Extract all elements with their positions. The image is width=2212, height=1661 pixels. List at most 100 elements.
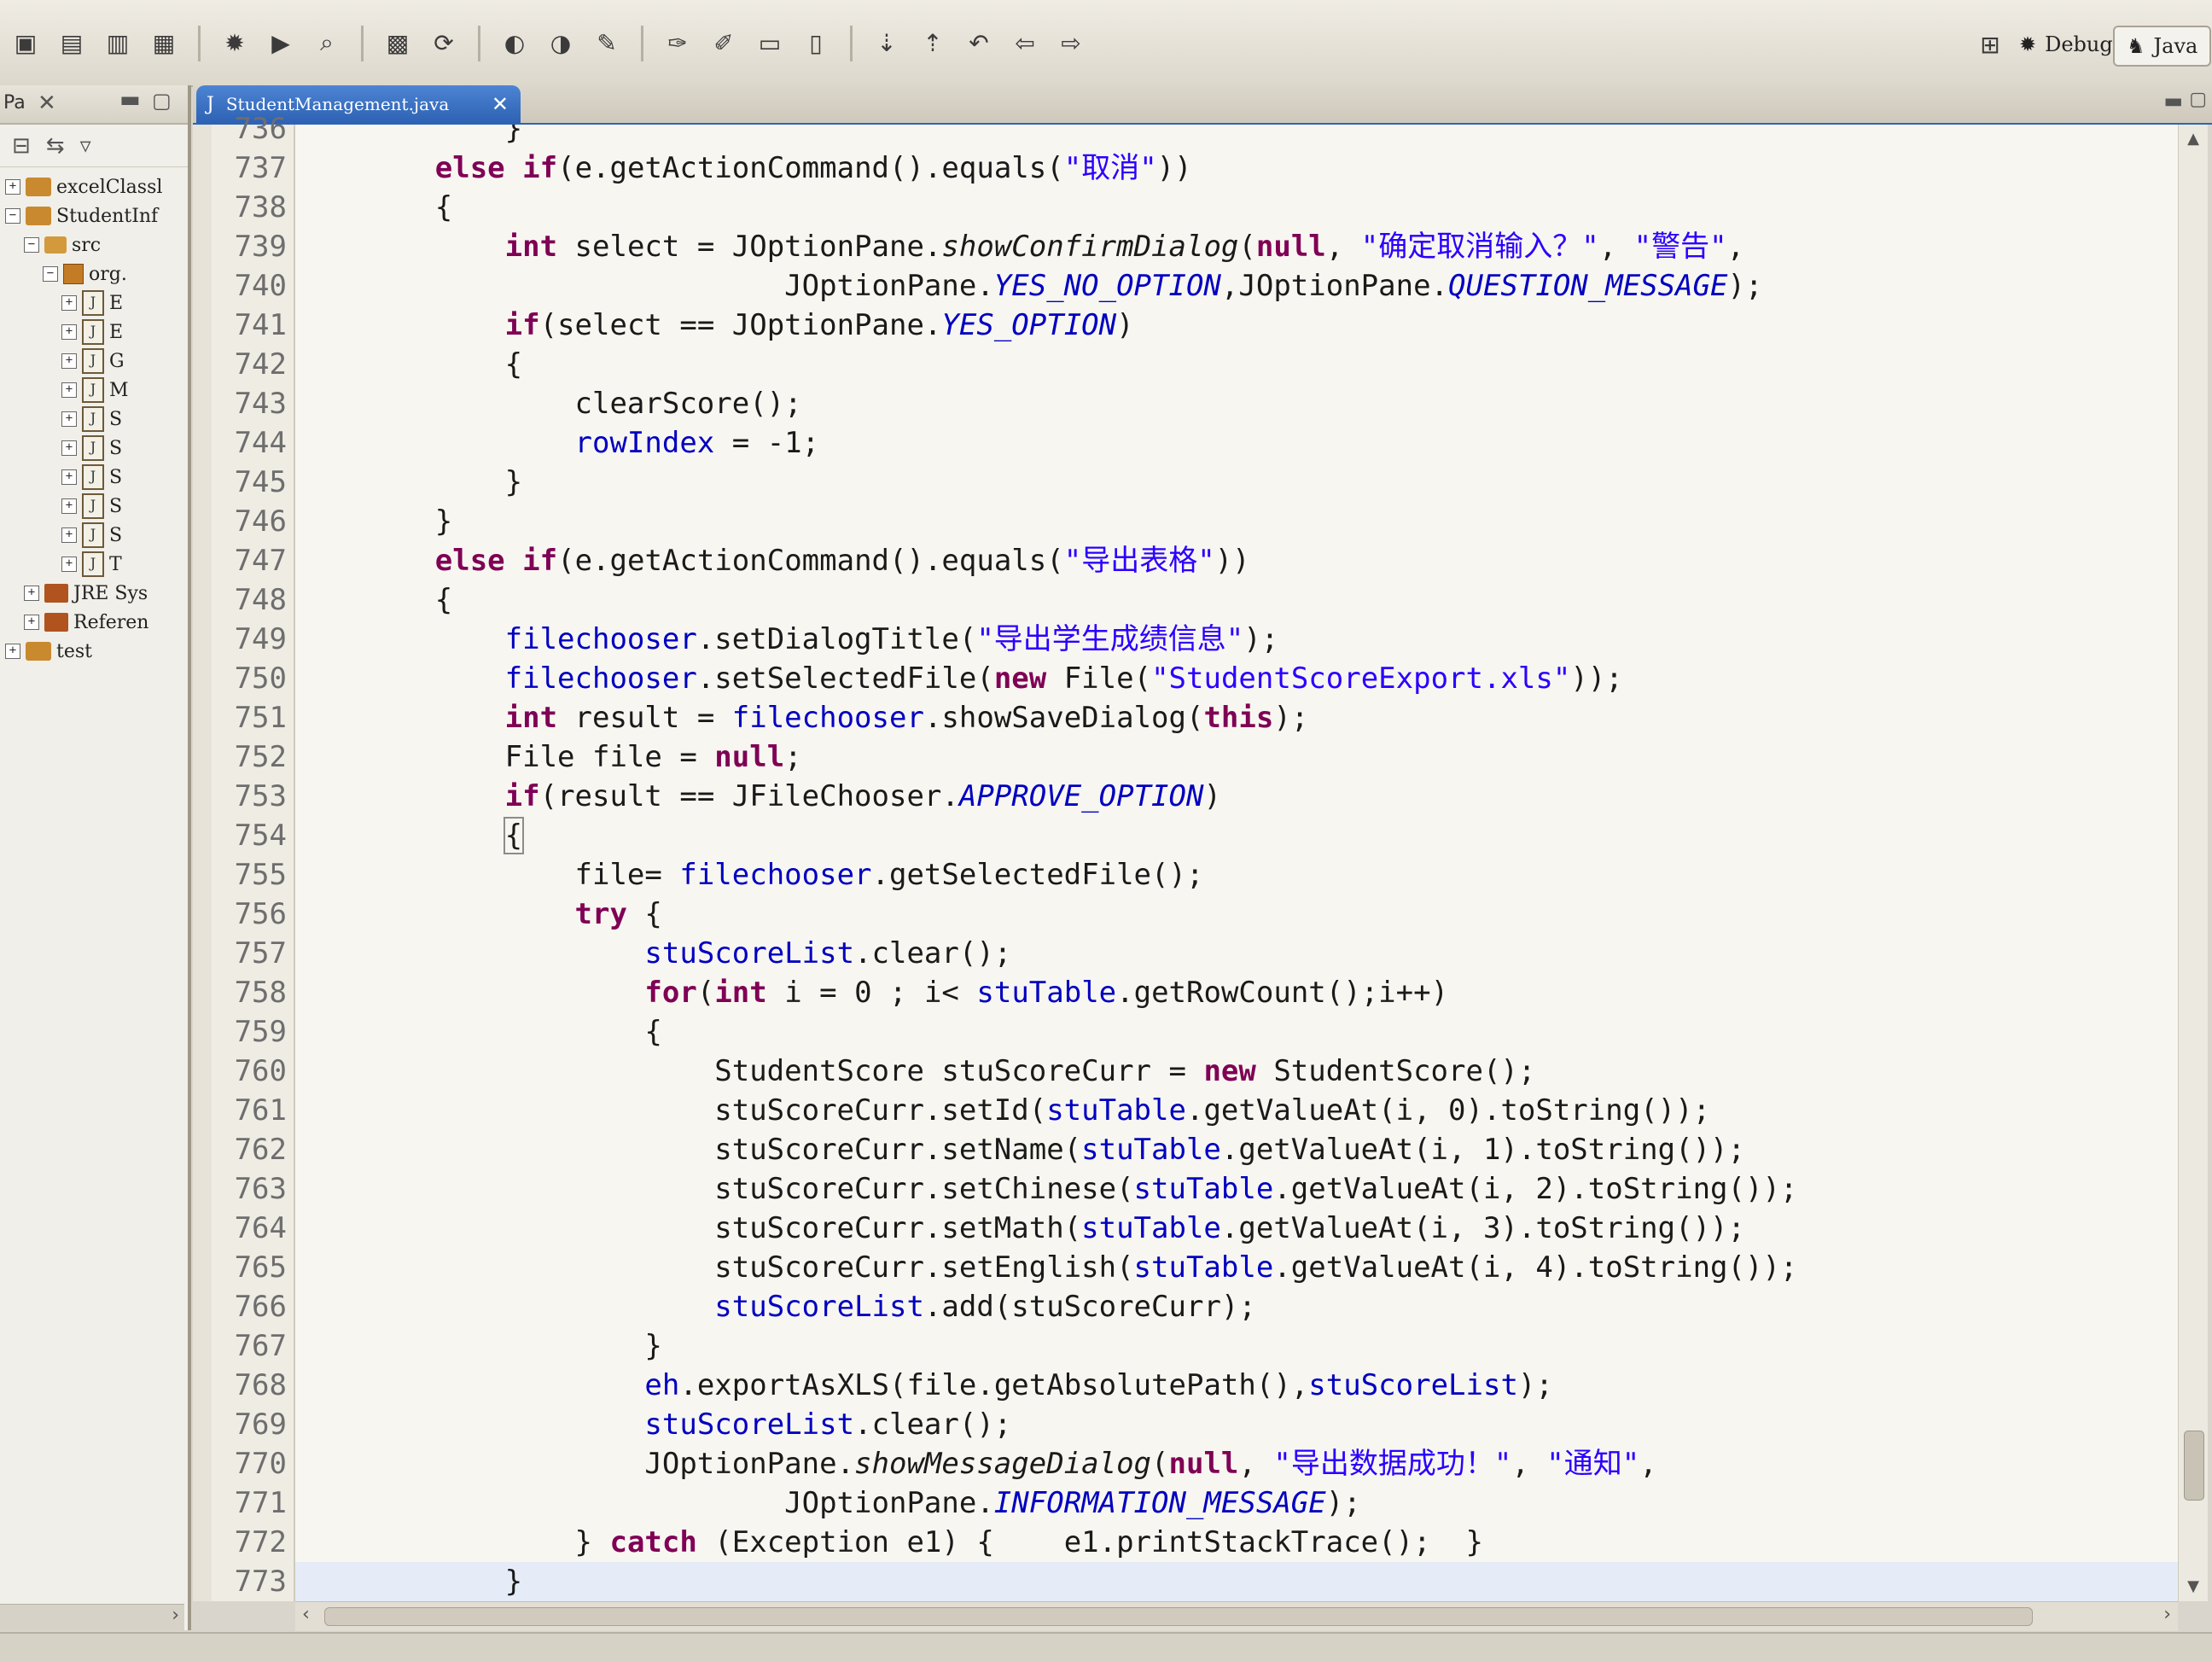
scroll-down-icon[interactable]: ▼ — [2182, 1576, 2204, 1598]
expand-toggle-icon[interactable]: + — [61, 411, 77, 427]
block-select-icon[interactable]: ▭ — [753, 26, 787, 60]
code-line[interactable]: JOptionPane.YES_NO_OPTION,JOptionPane.QU… — [295, 266, 2178, 306]
new-icon[interactable]: ▣ — [9, 26, 43, 60]
code-line[interactable]: stuScoreList.add(stuScoreCurr); — [295, 1287, 2178, 1326]
editor-horizontal-scrollbar[interactable]: ‹ › — [295, 1601, 2178, 1631]
expand-toggle-icon[interactable]: + — [61, 440, 77, 456]
code-line[interactable]: else if(e.getActionCommand().equals("导出表… — [295, 541, 2178, 580]
tree-item[interactable]: + J S — [61, 434, 122, 463]
tree-item[interactable]: + J M — [61, 376, 129, 405]
collapse-toggle-icon[interactable]: − — [24, 237, 39, 253]
close-icon[interactable]: ✕ — [38, 90, 56, 116]
tree-item[interactable]: + J S — [61, 463, 122, 492]
tree-item[interactable]: − src — [24, 230, 101, 259]
code-line[interactable]: for(int i = 0 ; i< stuTable.getRowCount(… — [295, 973, 2178, 1012]
perspective-java[interactable]: ♞ Java — [2113, 26, 2212, 67]
expand-toggle-icon[interactable]: + — [61, 498, 77, 514]
show-whitespace-icon[interactable]: ▯ — [799, 26, 833, 60]
scroll-thumb[interactable] — [2184, 1431, 2204, 1501]
maximize-icon[interactable]: ▢ — [152, 89, 172, 113]
pin-icon[interactable]: ✎ — [590, 26, 624, 60]
code-line[interactable]: rowIndex = -1; — [295, 423, 2178, 463]
current-code-line[interactable]: } — [295, 1562, 2178, 1601]
editor-vertical-scrollbar[interactable]: ▲ ▼ — [2178, 125, 2208, 1601]
explorer-horizontal-scrollbar[interactable]: › — [0, 1604, 184, 1630]
forward-icon[interactable]: ⇨ — [1054, 26, 1088, 60]
open-type-icon[interactable]: ◐ — [498, 26, 532, 60]
scroll-left-icon[interactable]: ‹ — [302, 1604, 310, 1625]
code-line[interactable]: { — [295, 188, 2178, 227]
tree-item[interactable]: − org. — [43, 259, 127, 288]
code-line[interactable]: stuScoreList.clear(); — [295, 934, 2178, 973]
code-line[interactable]: { — [295, 345, 2178, 384]
code-line[interactable]: stuScoreCurr.setMath(stuTable.getValueAt… — [295, 1209, 2178, 1248]
minimize-icon[interactable]: ▬ — [119, 87, 141, 113]
scroll-up-icon[interactable]: ▲ — [2182, 128, 2204, 150]
annotation-icon[interactable]: ✑ — [661, 26, 695, 60]
code-line[interactable]: } — [295, 463, 2178, 502]
code-line[interactable]: { — [295, 580, 2178, 620]
explorer-title[interactable]: Pa — [3, 92, 26, 114]
prev-annotation-icon[interactable]: ⇡ — [916, 26, 950, 60]
code-line[interactable]: filechooser.setDialogTitle("导出学生成绩信息"); — [295, 620, 2178, 659]
tree-item[interactable]: − StudentInf — [5, 201, 158, 230]
code-line[interactable]: { — [295, 816, 2178, 855]
close-icon[interactable]: ✕ — [492, 92, 509, 116]
code-line[interactable]: stuScoreCurr.setChinese(stuTable.getValu… — [295, 1169, 2178, 1209]
expand-toggle-icon[interactable]: + — [24, 615, 39, 630]
code-line[interactable]: } catch (Exception e1) { e1.printStackTr… — [295, 1523, 2178, 1562]
maximize-icon[interactable]: ▢ — [2189, 89, 2207, 110]
expand-toggle-icon[interactable]: + — [5, 644, 20, 659]
code-line[interactable]: if(select == JOptionPane.YES_OPTION) — [295, 306, 2178, 345]
code-line[interactable]: File file = null; — [295, 737, 2178, 777]
code-line[interactable]: stuScoreList.clear(); — [295, 1405, 2178, 1444]
code-line[interactable]: StudentScore stuScoreCurr = new StudentS… — [295, 1052, 2178, 1091]
tree-item[interactable]: + J S — [61, 521, 122, 550]
code-line[interactable]: eh.exportAsXLS(file.getAbsolutePath(),st… — [295, 1366, 2178, 1405]
tree-item[interactable]: + J E — [61, 318, 123, 347]
code-line[interactable]: { — [295, 1012, 2178, 1052]
expand-toggle-icon[interactable]: + — [61, 527, 77, 543]
open-resource-icon[interactable]: ◑ — [544, 26, 578, 60]
print-icon[interactable]: ▦ — [147, 26, 181, 60]
code-line[interactable]: if(result == JFileChooser.APPROVE_OPTION… — [295, 777, 2178, 816]
code-line[interactable]: file= filechooser.getSelectedFile(); — [295, 855, 2178, 895]
back-icon[interactable]: ⇦ — [1008, 26, 1042, 60]
minimize-icon[interactable]: ▬ — [2163, 89, 2183, 113]
code-line[interactable]: filechooser.setSelectedFile(new File("St… — [295, 659, 2178, 698]
code-line[interactable]: JOptionPane.INFORMATION_MESSAGE); — [295, 1483, 2178, 1523]
open-perspective-icon[interactable]: ⊞ — [1973, 27, 2007, 61]
expand-toggle-icon[interactable]: + — [61, 382, 77, 398]
code-line[interactable]: stuScoreCurr.setName(stuTable.getValueAt… — [295, 1130, 2178, 1169]
code-line[interactable]: else if(e.getActionCommand().equals("取消"… — [295, 149, 2178, 188]
expand-toggle-icon[interactable]: + — [61, 557, 77, 572]
debug-run-icon[interactable]: ✹ — [218, 26, 252, 60]
run-icon[interactable]: ▶ — [264, 26, 298, 60]
next-annotation-icon[interactable]: ⇣ — [870, 26, 904, 60]
expand-toggle-icon[interactable]: + — [61, 469, 77, 485]
tree-item[interactable]: + JRE Sys — [24, 579, 148, 608]
expand-toggle-icon[interactable]: + — [61, 324, 77, 340]
expand-toggle-icon[interactable]: + — [5, 179, 20, 195]
code-line[interactable]: int result = filechooser.showSaveDialog(… — [295, 698, 2178, 737]
expand-toggle-icon[interactable]: + — [61, 295, 77, 311]
code-line[interactable]: } — [295, 125, 2178, 149]
save-all-icon[interactable]: ▥ — [101, 26, 135, 60]
search-icon[interactable]: ⌕ — [310, 26, 344, 60]
collapse-toggle-icon[interactable]: − — [5, 208, 20, 224]
perspective-debug[interactable]: ✹ Debug — [2007, 26, 2125, 63]
highlight-icon[interactable]: ✐ — [707, 26, 741, 60]
code-editor[interactable]: } else if(e.getActionCommand().equals("取… — [295, 125, 2178, 1601]
scroll-right-icon[interactable]: › — [172, 1605, 179, 1626]
tree-item[interactable]: + J T — [61, 550, 122, 579]
horizontal-scroll-thumb[interactable] — [324, 1607, 2033, 1626]
view-menu-icon[interactable]: ▿ — [80, 133, 91, 166]
expand-toggle-icon[interactable]: + — [24, 586, 39, 601]
link-with-editor-icon[interactable]: ⇆ — [46, 133, 65, 166]
tree-item[interactable]: + J E — [61, 288, 123, 318]
tree-item[interactable]: + Referen — [24, 608, 148, 637]
tree-item[interactable]: + J S — [61, 405, 122, 434]
collapse-toggle-icon[interactable]: − — [43, 266, 58, 282]
tree-item[interactable]: + excelClassl — [5, 172, 162, 201]
code-line[interactable]: try { — [295, 895, 2178, 934]
